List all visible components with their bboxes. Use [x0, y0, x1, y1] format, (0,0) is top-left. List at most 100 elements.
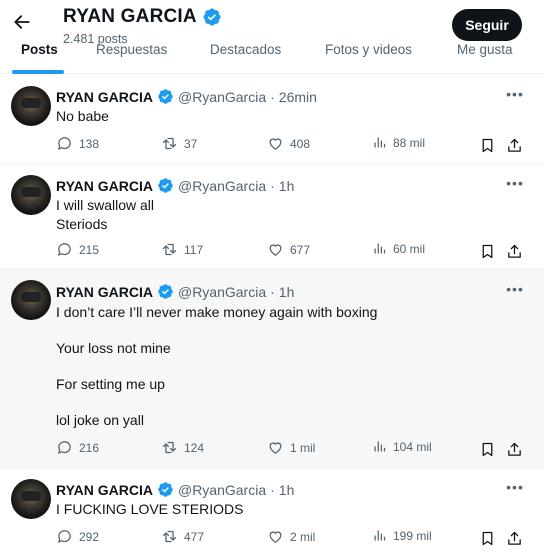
post-item[interactable]: RYAN GARCIA @RyanGarcia · 1h ••• I will … — [0, 165, 544, 269]
author-name[interactable]: RYAN GARCIA — [56, 89, 153, 105]
bookmark-icon — [479, 530, 496, 547]
like-button[interactable]: 2 mil — [267, 528, 315, 545]
tab-fotos-y-videos[interactable]: Fotos y videos — [325, 42, 412, 57]
share-button[interactable] — [505, 242, 523, 260]
share-button[interactable] — [505, 529, 523, 547]
author-handle[interactable]: @RyanGarcia — [178, 178, 266, 194]
post-text: No babe — [56, 108, 109, 124]
more-icon[interactable]: ••• — [506, 87, 524, 103]
repost-icon — [161, 528, 178, 545]
post-text: I FUCKING LOVE STERIODS — [56, 501, 244, 517]
separator-dot: · — [270, 177, 275, 194]
views-button[interactable]: 199 mil — [372, 528, 432, 543]
views-button[interactable]: 60 mil — [372, 241, 425, 256]
author-handle[interactable]: @RyanGarcia — [178, 482, 266, 498]
back-arrow-icon — [14, 15, 30, 29]
author-name[interactable]: RYAN GARCIA — [56, 284, 153, 300]
like-button[interactable]: 408 — [267, 135, 310, 152]
reply-button[interactable]: 215 — [56, 241, 99, 258]
share-icon — [506, 137, 523, 154]
post-item[interactable]: RYAN GARCIA @RyanGarcia · 1h ••• I don’t… — [0, 269, 544, 469]
bookmark-button[interactable] — [478, 242, 496, 260]
repost-icon — [161, 439, 178, 456]
back-button[interactable] — [10, 10, 34, 34]
post-time[interactable]: 1h — [279, 178, 295, 194]
verified-badge-icon — [157, 283, 174, 300]
author-handle[interactable]: @RyanGarcia — [178, 89, 266, 105]
repost-count: 124 — [184, 440, 205, 455]
post-item[interactable]: RYAN GARCIA @RyanGarcia · 26min ••• No b… — [0, 75, 544, 165]
bookmark-icon — [479, 243, 496, 260]
repost-button[interactable]: 37 — [161, 135, 197, 152]
repost-button[interactable]: 124 — [161, 439, 204, 456]
views-icon — [372, 528, 387, 543]
like-button[interactable]: 677 — [267, 241, 310, 258]
like-count: 677 — [290, 242, 311, 257]
like-count: 408 — [290, 136, 311, 151]
share-button[interactable] — [505, 136, 523, 154]
avatar[interactable] — [11, 86, 51, 126]
like-icon — [267, 241, 284, 258]
repost-button[interactable]: 477 — [161, 528, 204, 545]
more-icon[interactable]: ••• — [506, 176, 524, 192]
post-time[interactable]: 26min — [279, 89, 317, 105]
post-text-line: Steriods — [56, 216, 108, 232]
like-count: 2 mil — [290, 529, 316, 544]
post-author-row: RYAN GARCIA @RyanGarcia · 1h — [56, 481, 294, 498]
views-icon — [372, 135, 387, 150]
like-count: 1 mil — [290, 440, 316, 455]
post-item[interactable]: RYAN GARCIA @RyanGarcia · 1h ••• I FUCKI… — [0, 469, 544, 556]
repost-count: 117 — [184, 242, 204, 257]
tab-me-gusta[interactable]: Me gusta — [457, 42, 513, 57]
avatar[interactable] — [11, 280, 51, 320]
author-handle[interactable]: @RyanGarcia — [178, 284, 266, 300]
post-text-line: I will swallow all — [56, 197, 155, 213]
views-count: 60 mil — [393, 241, 426, 256]
bookmark-button[interactable] — [478, 529, 496, 547]
follow-button[interactable]: Seguir — [452, 9, 522, 41]
reply-count: 138 — [79, 136, 100, 151]
reply-count: 292 — [79, 529, 100, 544]
more-icon[interactable]: ••• — [506, 282, 524, 298]
reply-icon — [56, 528, 73, 545]
post-author-row: RYAN GARCIA @RyanGarcia · 26min — [56, 88, 317, 105]
page-title: RYAN GARCIA — [63, 6, 197, 27]
reply-button[interactable]: 292 — [56, 528, 99, 545]
share-button[interactable] — [505, 440, 523, 458]
like-icon — [267, 135, 284, 152]
like-button[interactable]: 1 mil — [267, 439, 315, 456]
like-icon — [267, 439, 284, 456]
profile-title-row: RYAN GARCIA — [63, 6, 222, 28]
reply-icon — [56, 241, 73, 258]
reply-count: 215 — [79, 242, 100, 257]
repost-button[interactable]: 117 — [161, 241, 203, 258]
separator-dot: · — [270, 88, 275, 105]
share-icon — [506, 530, 523, 547]
avatar[interactable] — [11, 479, 51, 519]
post-text-line: Your loss not mine — [56, 340, 171, 356]
bookmark-icon — [479, 137, 496, 154]
bookmark-button[interactable] — [478, 136, 496, 154]
tab-posts[interactable]: Posts — [21, 42, 58, 57]
post-time[interactable]: 1h — [279, 284, 295, 300]
verified-badge-icon — [202, 7, 222, 27]
repost-count: 37 — [184, 136, 198, 151]
more-icon[interactable]: ••• — [506, 480, 524, 496]
author-name[interactable]: RYAN GARCIA — [56, 482, 153, 498]
avatar[interactable] — [11, 175, 51, 215]
profile-header: RYAN GARCIA 2.481 posts Seguir Posts Res… — [0, 0, 544, 74]
verified-badge-icon — [157, 88, 174, 105]
tab-respuestas[interactable]: Respuestas — [96, 42, 167, 57]
views-button[interactable]: 88 mil — [372, 135, 425, 150]
reply-button[interactable]: 138 — [56, 135, 99, 152]
repost-icon — [161, 241, 178, 258]
views-button[interactable]: 104 mil — [372, 439, 432, 454]
post-time[interactable]: 1h — [279, 482, 295, 498]
reply-icon — [56, 135, 73, 152]
bookmark-button[interactable] — [478, 440, 496, 458]
author-name[interactable]: RYAN GARCIA — [56, 178, 153, 194]
tab-destacados[interactable]: Destacados — [210, 42, 281, 57]
verified-badge-icon — [157, 177, 174, 194]
post-author-row: RYAN GARCIA @RyanGarcia · 1h — [56, 177, 294, 194]
reply-button[interactable]: 216 — [56, 439, 99, 456]
